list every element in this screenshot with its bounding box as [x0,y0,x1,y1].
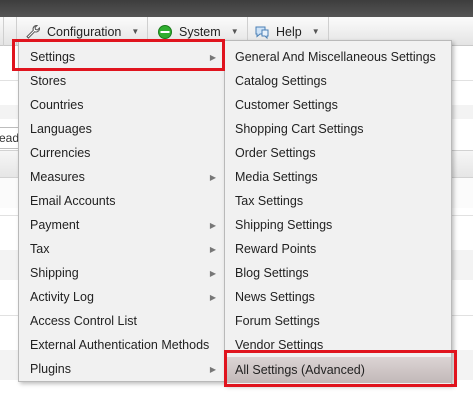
submenu-item-label: Customer Settings [235,98,338,112]
wrench-icon [26,24,40,39]
submenu-item-label: Order Settings [235,146,316,160]
menu-item-label: Payment [30,218,80,232]
submenu-item-label: Shipping Settings [235,218,333,232]
submenu-arrow-icon: ▶ [209,364,216,374]
highlight-box-settings [12,39,225,71]
chevron-down-icon: ▼ [131,27,140,36]
configuration-dropdown: Settings ▶ Stores Countries Languages Currenc… [18,40,225,382]
green-circle-icon [158,24,172,39]
submenu-item-blog-settings[interactable]: Blog Settings [225,261,451,285]
menu-system-label: System [179,24,221,39]
menu-item-label: Currencies [30,146,91,160]
submenu-item-label: Catalog Settings [235,74,327,88]
submenu-item-label: Reward Points [235,242,317,256]
menu-item-label: Measures [30,170,85,184]
submenu-arrow-icon: ▶ [209,292,216,302]
submenu-arrow-icon: ▶ [209,268,216,278]
submenu-item-customer-settings[interactable]: Customer Settings [225,93,451,117]
menu-item-stores[interactable]: Stores [19,69,224,93]
submenu-item-general-and-miscellaneous-settings[interactable]: General And Miscellaneous Settings [225,45,451,69]
menu-item-label: Stores [30,74,67,88]
submenu-item-label: Tax Settings [235,194,304,208]
submenu-item-label: Blog Settings [235,266,309,280]
submenu-item-tax-settings[interactable]: Tax Settings [225,189,451,213]
menu-item-payment[interactable]: Payment ▶ [19,213,224,237]
menu-item-languages[interactable]: Languages [19,117,224,141]
menu-item-label: Access Control List [30,314,137,328]
menu-item-shipping[interactable]: Shipping ▶ [19,261,224,285]
menu-item-label: Shipping [30,266,79,280]
submenu-item-label: Media Settings [235,170,318,184]
menu-item-external-authentication-methods[interactable]: External Authentication Methods [19,333,224,357]
menu-item-tax[interactable]: Tax ▶ [19,237,224,261]
submenu-item-shipping-settings[interactable]: Shipping Settings [225,213,451,237]
chevron-down-icon: ▼ [311,27,320,36]
submenu-item-label: General And Miscellaneous Settings [235,50,436,64]
menu-item-label: Tax [30,242,50,256]
submenu-item-label: Forum Settings [235,314,320,328]
help-chat-icon [255,26,269,39]
submenu-item-label: News Settings [235,290,315,304]
submenu-item-news-settings[interactable]: News Settings [225,285,451,309]
menu-item-email-accounts[interactable]: Email Accounts [19,189,224,213]
menu-item-label: External Authentication Methods [30,338,210,352]
menu-item-label: Countries [30,98,84,112]
submenu-item-catalog-settings[interactable]: Catalog Settings [225,69,451,93]
settings-submenu: General And Miscellaneous Settings Catalo… [224,40,452,385]
submenu-arrow-icon: ▶ [209,244,216,254]
submenu-item-forum-settings[interactable]: Forum Settings [225,309,451,333]
submenu-item-media-settings[interactable]: Media Settings [225,165,451,189]
menu-item-countries[interactable]: Countries [19,93,224,117]
menu-item-label: Plugins [30,362,71,376]
menu-configuration-label: Configuration [47,24,122,39]
menu-item-activity-log[interactable]: Activity Log ▶ [19,285,224,309]
menu-item-access-control-list[interactable]: Access Control List [19,309,224,333]
submenu-arrow-icon: ▶ [209,172,216,182]
chevron-down-icon: ▼ [230,27,239,36]
menu-help-label: Help [276,24,302,39]
submenu-arrow-icon: ▶ [209,220,216,230]
submenu-item-shopping-cart-settings[interactable]: Shopping Cart Settings [225,117,451,141]
highlight-box-all-settings [224,350,457,387]
submenu-item-order-settings[interactable]: Order Settings [225,141,451,165]
menu-item-label: Activity Log [30,290,94,304]
menu-item-measures[interactable]: Measures ▶ [19,165,224,189]
menubar-edge [0,17,4,46]
submenu-item-label: Shopping Cart Settings [235,122,364,136]
submenu-item-reward-points[interactable]: Reward Points [225,237,451,261]
menu-item-currencies[interactable]: Currencies [19,141,224,165]
window-top-strip [0,0,473,17]
menu-item-label: Email Accounts [30,194,116,208]
menu-item-plugins[interactable]: Plugins ▶ [19,357,224,381]
menu-item-label: Languages [30,122,92,136]
